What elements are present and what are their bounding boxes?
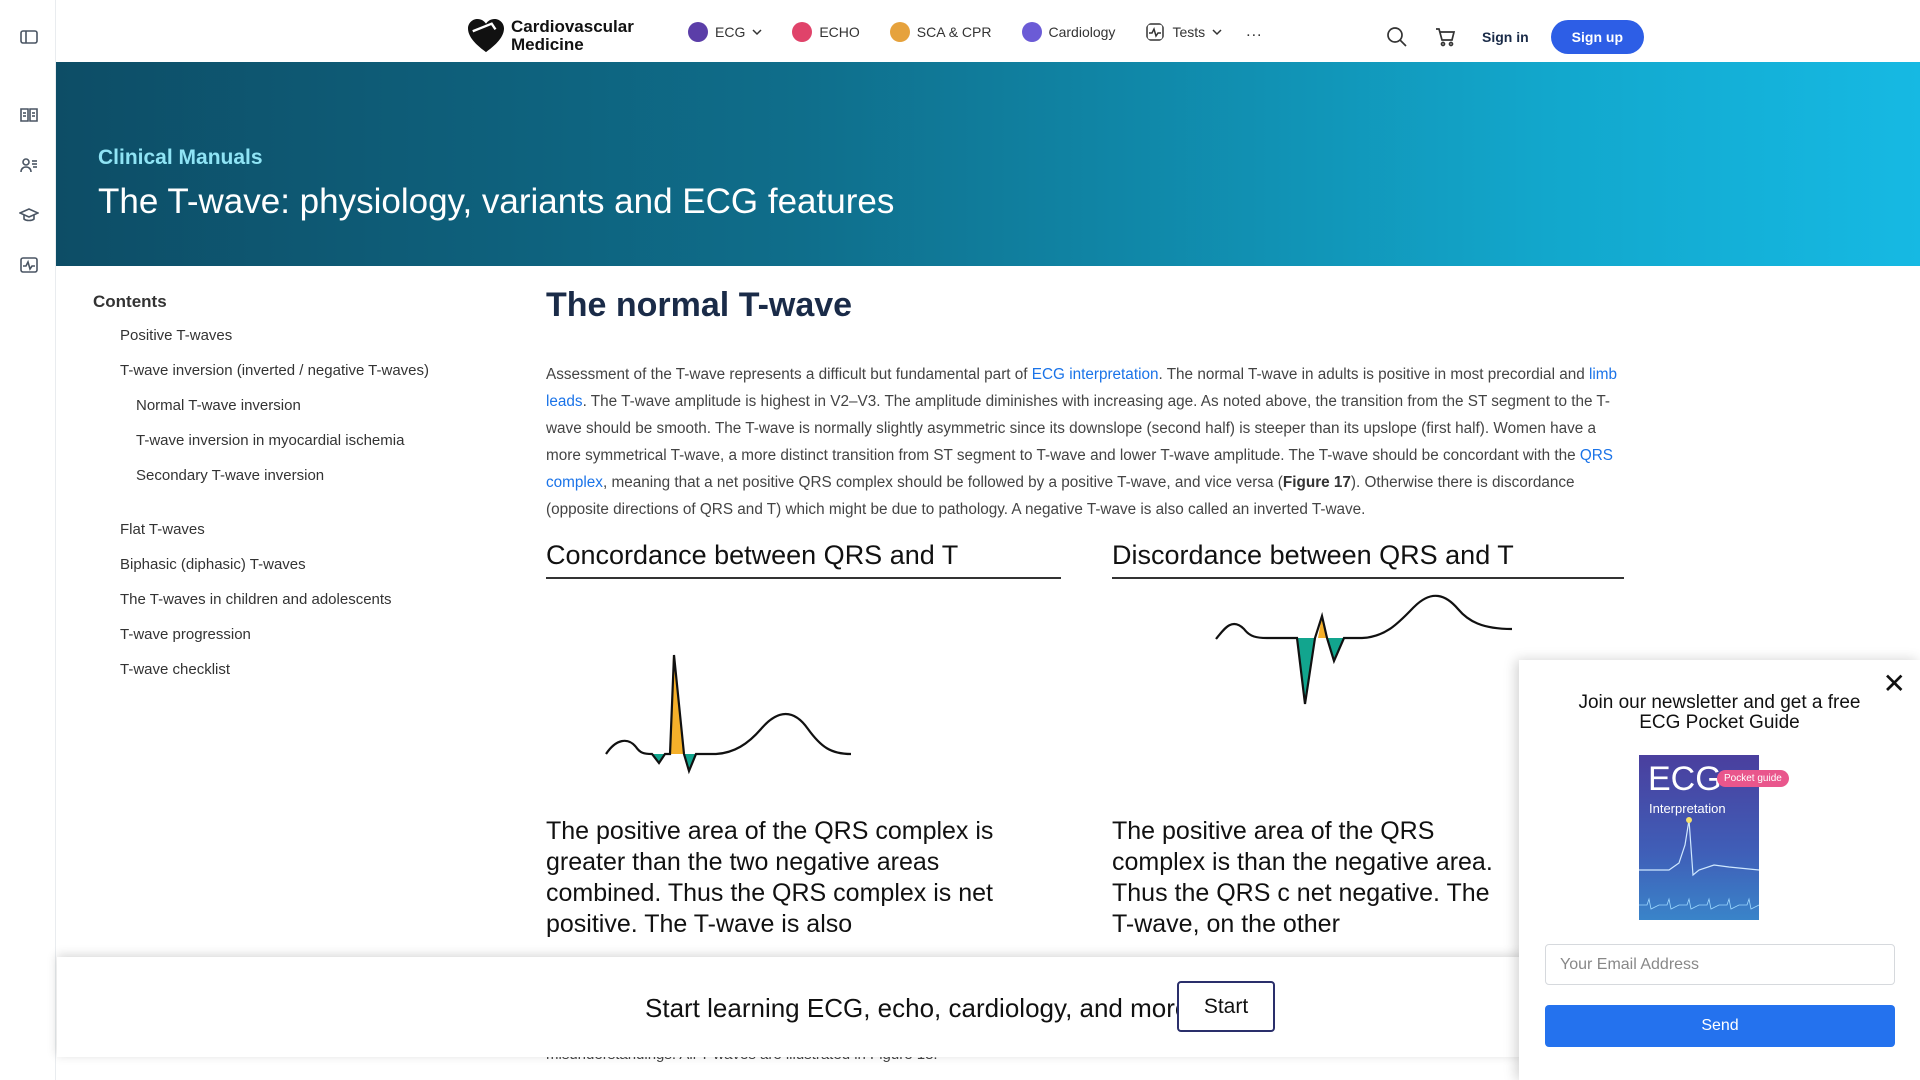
nav-item-tests[interactable]: Tests [1145, 22, 1222, 42]
search-icon[interactable] [1386, 26, 1408, 48]
popup-title-text: Join our newsletter and get a free ECG P… [1578, 692, 1861, 733]
toc-item[interactable]: Flat T-waves [93, 520, 473, 540]
figure-reference: Figure 17 [1282, 474, 1351, 491]
banner-text: Start learning ECG, echo, cardiology, an… [645, 993, 1190, 1023]
pocket-guide-cover: ECG Pocket guide Interpretation [1639, 755, 1789, 920]
start-learning-banner: Start learning ECG, echo, cardiology, an… [57, 957, 1525, 1057]
toc-subitem[interactable]: Secondary T-wave inversion [93, 466, 473, 486]
toc-item[interactable]: T-wave inversion (inverted / negative T-… [93, 361, 473, 381]
popup-title: Join our newsletter and get a free ECG P… [1519, 693, 1920, 733]
page-title: The T-wave: physiology, variants and ECG… [98, 182, 895, 221]
section-heading: The normal T-wave [546, 286, 853, 324]
shield-icon [889, 22, 910, 42]
table-of-contents: Contents Positive T-waves T-wave inversi… [93, 292, 473, 695]
text-run: , meaning that a net positive QRS comple… [602, 474, 1283, 491]
book-badge: Pocket guide [1717, 770, 1789, 787]
figure-caption: The positive area of the QRS complex is … [546, 817, 994, 938]
ecg-heart-icon [688, 22, 708, 42]
nav-label: SCA & CPR [916, 24, 992, 40]
toc-item[interactable]: Biphasic (diphasic) T-waves [93, 555, 473, 575]
cardiology-heart-icon [1021, 22, 1042, 42]
chevron-down-icon [1212, 29, 1222, 36]
top-navigation: Cardiovascular Medicine ECG ECHO SCA & C… [56, 0, 1920, 62]
logo-text: Cardiovascular Medicine [511, 17, 634, 54]
pulse-icon [1146, 23, 1165, 41]
ecg-concordance-diagram [605, 654, 852, 775]
main-menu: ECG ECHO SCA & CPR Cardiology Tests ... [688, 22, 1262, 42]
book-subtitle: Interpretation [1649, 801, 1726, 816]
heart-logo-icon [468, 18, 504, 53]
email-field[interactable] [1545, 944, 1895, 985]
figure-concordance: Concordance between QRS and T The positi… [546, 540, 1061, 940]
toc-item[interactable]: T-wave checklist [93, 660, 473, 680]
cart-icon[interactable] [1434, 26, 1456, 48]
figure-title: Concordance between QRS and T [546, 540, 1061, 579]
sign-up-button[interactable]: Sign up [1550, 20, 1644, 54]
nav-item-sca-cpr[interactable]: SCA & CPR [889, 22, 992, 42]
toc-item[interactable]: The T-waves in children and adolescents [93, 590, 473, 610]
nav-label: ECHO [819, 24, 860, 40]
page-header-banner: Clinical Manuals The T-wave: physiology,… [56, 62, 1920, 266]
start-button[interactable]: Start [1177, 981, 1275, 1032]
sidebar-toggle-icon[interactable] [18, 26, 40, 48]
article-body: The normal T-wave Assessment of the T-wa… [546, 286, 1626, 523]
text-run: . The normal T-wave in adults is positiv… [1158, 366, 1589, 383]
echo-heart-icon [792, 22, 813, 42]
toc-item[interactable]: T-wave progression [93, 625, 473, 645]
pulse-monitor-icon[interactable] [18, 254, 40, 276]
nav-label: Cardiology [1048, 24, 1116, 40]
toc-subitem[interactable]: Normal T-wave inversion [93, 396, 473, 416]
figure-title: Discordance between QRS and T [1112, 540, 1624, 579]
manuals-icon[interactable] [18, 104, 40, 126]
nav-label: ECG [715, 24, 746, 40]
toc-subitem[interactable]: T-wave inversion in myocardial ischemia [93, 431, 473, 451]
toc-item[interactable]: Positive T-waves [93, 326, 473, 346]
section-kicker[interactable]: Clinical Manuals [98, 146, 263, 170]
toc-heading: Contents [93, 292, 167, 311]
site-logo[interactable]: Cardiovascular Medicine [467, 18, 641, 54]
nav-label: Tests [1172, 24, 1206, 40]
graduation-cap-icon[interactable] [18, 204, 40, 226]
ecg-interpretation-link[interactable]: ECG interpretation [1032, 366, 1159, 383]
ecg-waveform-graphic [1639, 817, 1759, 910]
sign-in-link[interactable]: Sign in [1482, 29, 1529, 45]
nav-item-cardiology[interactable]: Cardiology [1021, 22, 1116, 42]
nav-item-ecg[interactable]: ECG [688, 22, 762, 42]
figure-caption: The positive area of the QRS complex is … [1112, 817, 1493, 938]
left-rail [0, 0, 56, 1080]
text-run: Assessment of the T-wave represents a di… [546, 366, 1032, 383]
article-paragraph: Assessment of the T-wave represents a di… [546, 361, 1626, 523]
chevron-down-icon [752, 29, 762, 36]
account-actions: Sign in Sign up [1386, 20, 1644, 54]
newsletter-popup: ✕ Join our newsletter and get a free ECG… [1519, 660, 1920, 1080]
more-menu-button[interactable]: ... [1246, 23, 1262, 41]
user-list-icon[interactable] [18, 154, 40, 176]
text-run: . The T-wave amplitude is highest in V2–… [546, 393, 1611, 464]
book-title: ECG [1648, 760, 1722, 798]
nav-item-echo[interactable]: ECHO [792, 22, 860, 42]
send-button[interactable]: Send [1545, 1005, 1895, 1047]
